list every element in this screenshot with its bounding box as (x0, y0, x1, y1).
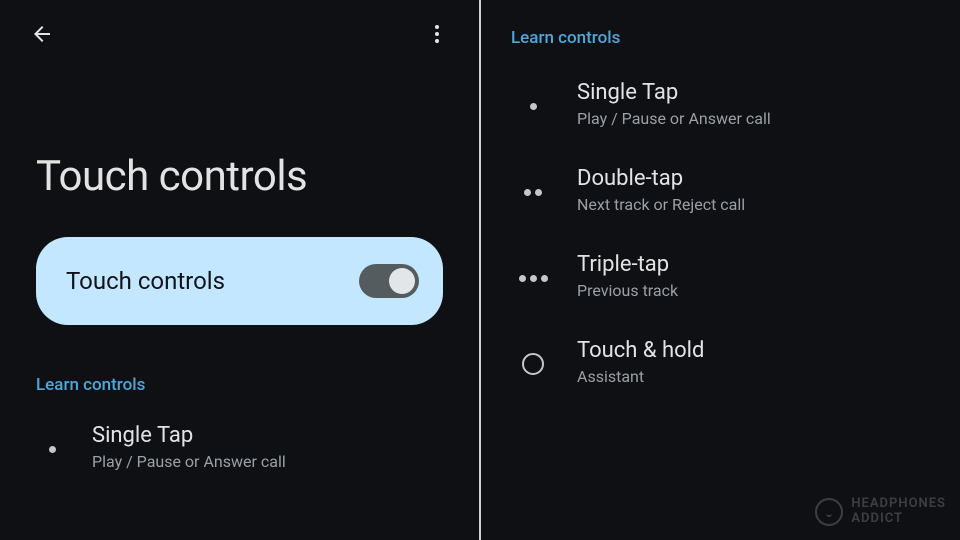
triple-dot-icon (511, 256, 555, 300)
gesture-subtitle: Play / Pause or Answer call (92, 452, 286, 471)
gesture-title: Triple-tap (577, 252, 678, 277)
touch-controls-switch[interactable] (359, 264, 419, 298)
headphones-addict-logo-icon (815, 498, 843, 526)
gesture-row-single-tap[interactable]: Single Tap Play / Pause or Answer call (0, 411, 479, 487)
watermark-line1: HEADPHONES (851, 497, 946, 511)
ring-icon (511, 342, 555, 386)
app-bar (0, 0, 479, 62)
arrow-back-icon (30, 22, 54, 50)
gesture-title: Single Tap (577, 80, 771, 105)
gesture-row-double-tap[interactable]: Double-tap Next track or Reject call (481, 150, 960, 236)
watermark-line2: ADDICT (851, 512, 946, 526)
switch-thumb-icon (389, 268, 415, 294)
section-header-learn-controls: Learn controls (481, 0, 960, 64)
single-dot-icon (511, 84, 555, 128)
toggle-label: Touch controls (66, 267, 225, 295)
gesture-row-triple-tap[interactable]: Triple-tap Previous track (481, 236, 960, 322)
screen-touch-controls-list: Learn controls Single Tap Play / Pause o… (481, 0, 960, 540)
gesture-row-single-tap[interactable]: Single Tap Play / Pause or Answer call (481, 64, 960, 150)
page-title: Touch controls (0, 62, 479, 201)
overflow-menu-button[interactable] (419, 18, 455, 54)
more-vert-icon (425, 22, 449, 50)
back-button[interactable] (24, 18, 60, 54)
gesture-subtitle: Play / Pause or Answer call (577, 109, 771, 128)
gesture-row-touch-hold[interactable]: Touch & hold Assistant (481, 322, 960, 408)
gesture-subtitle: Next track or Reject call (577, 195, 745, 214)
gesture-subtitle: Previous track (577, 281, 678, 300)
gesture-title: Double-tap (577, 166, 745, 191)
section-header-learn-controls: Learn controls (0, 325, 479, 411)
screen-touch-controls-top: Touch controls Touch controls Learn cont… (0, 0, 479, 540)
double-dot-icon (511, 170, 555, 214)
single-dot-icon (30, 427, 74, 471)
watermark: HEADPHONES ADDICT (815, 497, 946, 526)
gesture-title: Touch & hold (577, 338, 704, 363)
touch-controls-toggle-card[interactable]: Touch controls (36, 237, 443, 325)
gesture-title: Single Tap (92, 423, 286, 448)
gesture-subtitle: Assistant (577, 367, 704, 386)
